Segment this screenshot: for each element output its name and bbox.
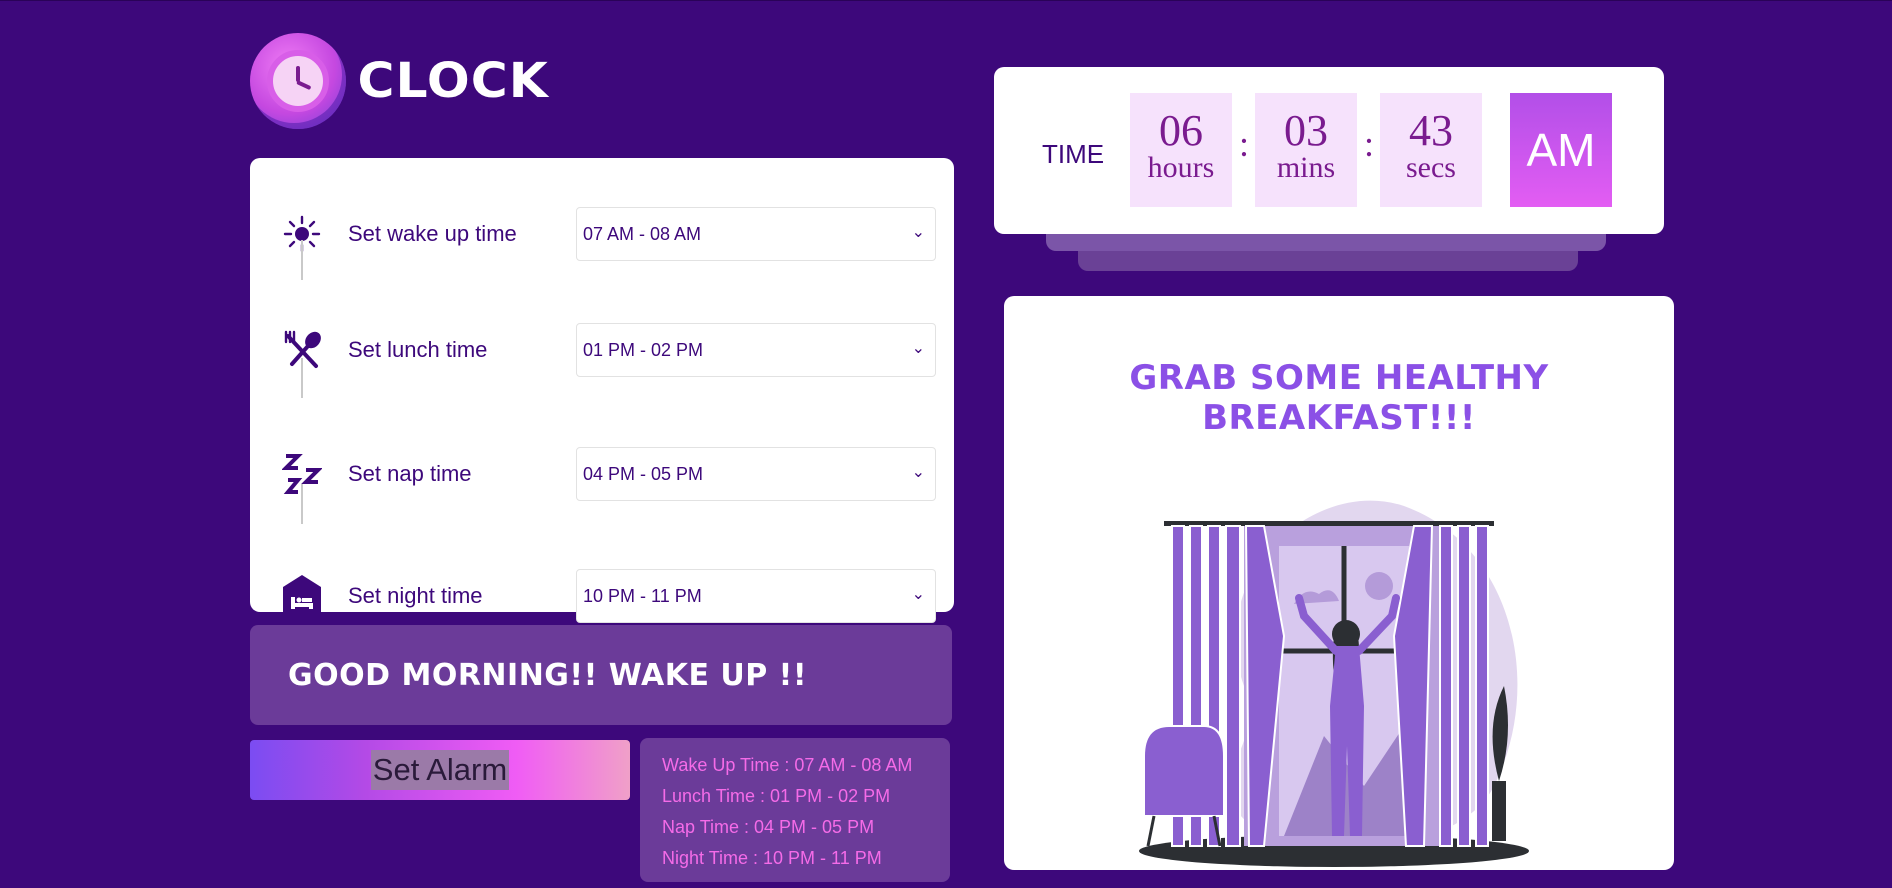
message-title: GRAB SOME HEALTHY BREAKFAST!!! [1129,358,1549,438]
schedule-summary: Wake Up Time : 07 AM - 08 AM Lunch Time … [640,738,950,882]
set-alarm-button[interactable]: Set Alarm [250,740,630,800]
summary-lunch: Lunch Time : 01 PM - 02 PM [662,786,891,806]
night-label: Set night time [348,583,483,608]
nap-time-value: 04 PM - 05 PM [583,463,704,484]
timeline-connector [301,358,303,398]
timeline-connector [301,240,303,280]
summary-wake: Wake Up Time : 07 AM - 08 AM [662,755,913,775]
lunch-time-select[interactable]: 01 PM - 02 PM ⌄ [576,323,936,377]
wake-time-select[interactable]: 07 AM - 08 AM ⌄ [576,207,936,261]
summary-nap: Nap Time : 04 PM - 05 PM [662,817,875,837]
schedule-row-wake: Set wake up time 07 AM - 08 AM ⌄ [250,204,954,264]
seconds-unit: secs [1406,151,1456,184]
bed-icon [280,574,324,618]
schedule-row-lunch: Set lunch time 01 PM - 02 PM ⌄ [250,320,954,380]
nap-label: Set nap time [348,461,472,486]
chevron-down-icon: ⌄ [911,464,925,481]
nap-time-select[interactable]: 04 PM - 05 PM ⌄ [576,447,936,501]
summary-night: Night Time : 10 PM - 11 PM [662,848,882,868]
time-separator: : [1364,124,1375,164]
chevron-down-icon: ⌄ [911,224,925,241]
night-time-select[interactable]: 10 PM - 11 PM ⌄ [576,569,936,623]
time-display-card: TIME 06 hours : 03 mins : 43 secs AM [994,67,1664,234]
minutes-box: 03 mins [1255,93,1357,207]
am-pm-badge: AM [1510,93,1612,207]
clock-icon [250,33,346,129]
lunch-label: Set lunch time [348,337,488,362]
seconds-box: 43 secs [1380,93,1482,207]
set-alarm-label: Set Alarm [370,750,510,790]
time-separator: : [1239,124,1250,164]
hours-box: 06 hours [1130,93,1232,207]
hours-value: 06 [1159,106,1203,155]
seconds-value: 43 [1409,106,1453,155]
lunch-time-value: 01 PM - 02 PM [583,339,704,360]
night-time-value: 10 PM - 11 PM [583,585,702,606]
minutes-value: 03 [1284,106,1328,155]
schedule-row-night: Set night time 10 PM - 11 PM ⌄ [250,566,954,626]
time-label: TIME [1042,139,1105,169]
schedule-settings-card: Set wake up time 07 AM - 08 AM ⌄ Set lun… [250,158,954,623]
breakfast-illustration [1139,500,1529,867]
greeting-text: GOOD MORNING!! WAKE UP !! [288,657,808,693]
app-logo: CLOCK [250,33,548,129]
schedule-row-nap: Set nap time 04 PM - 05 PM ⌄ [250,444,954,504]
wake-label: Set wake up time [348,221,517,246]
chevron-down-icon: ⌄ [911,586,925,603]
hours-unit: hours [1147,151,1215,184]
greeting-banner: GOOD MORNING!! WAKE UP !! [250,625,952,725]
minutes-unit: mins [1276,151,1336,184]
timeline-connector [301,484,303,524]
wake-time-value: 07 AM - 08 AM [583,223,702,244]
chevron-down-icon: ⌄ [911,340,925,357]
message-card: GRAB SOME HEALTHY BREAKFAST!!! [1004,296,1674,870]
app-title: CLOCK [357,53,549,109]
